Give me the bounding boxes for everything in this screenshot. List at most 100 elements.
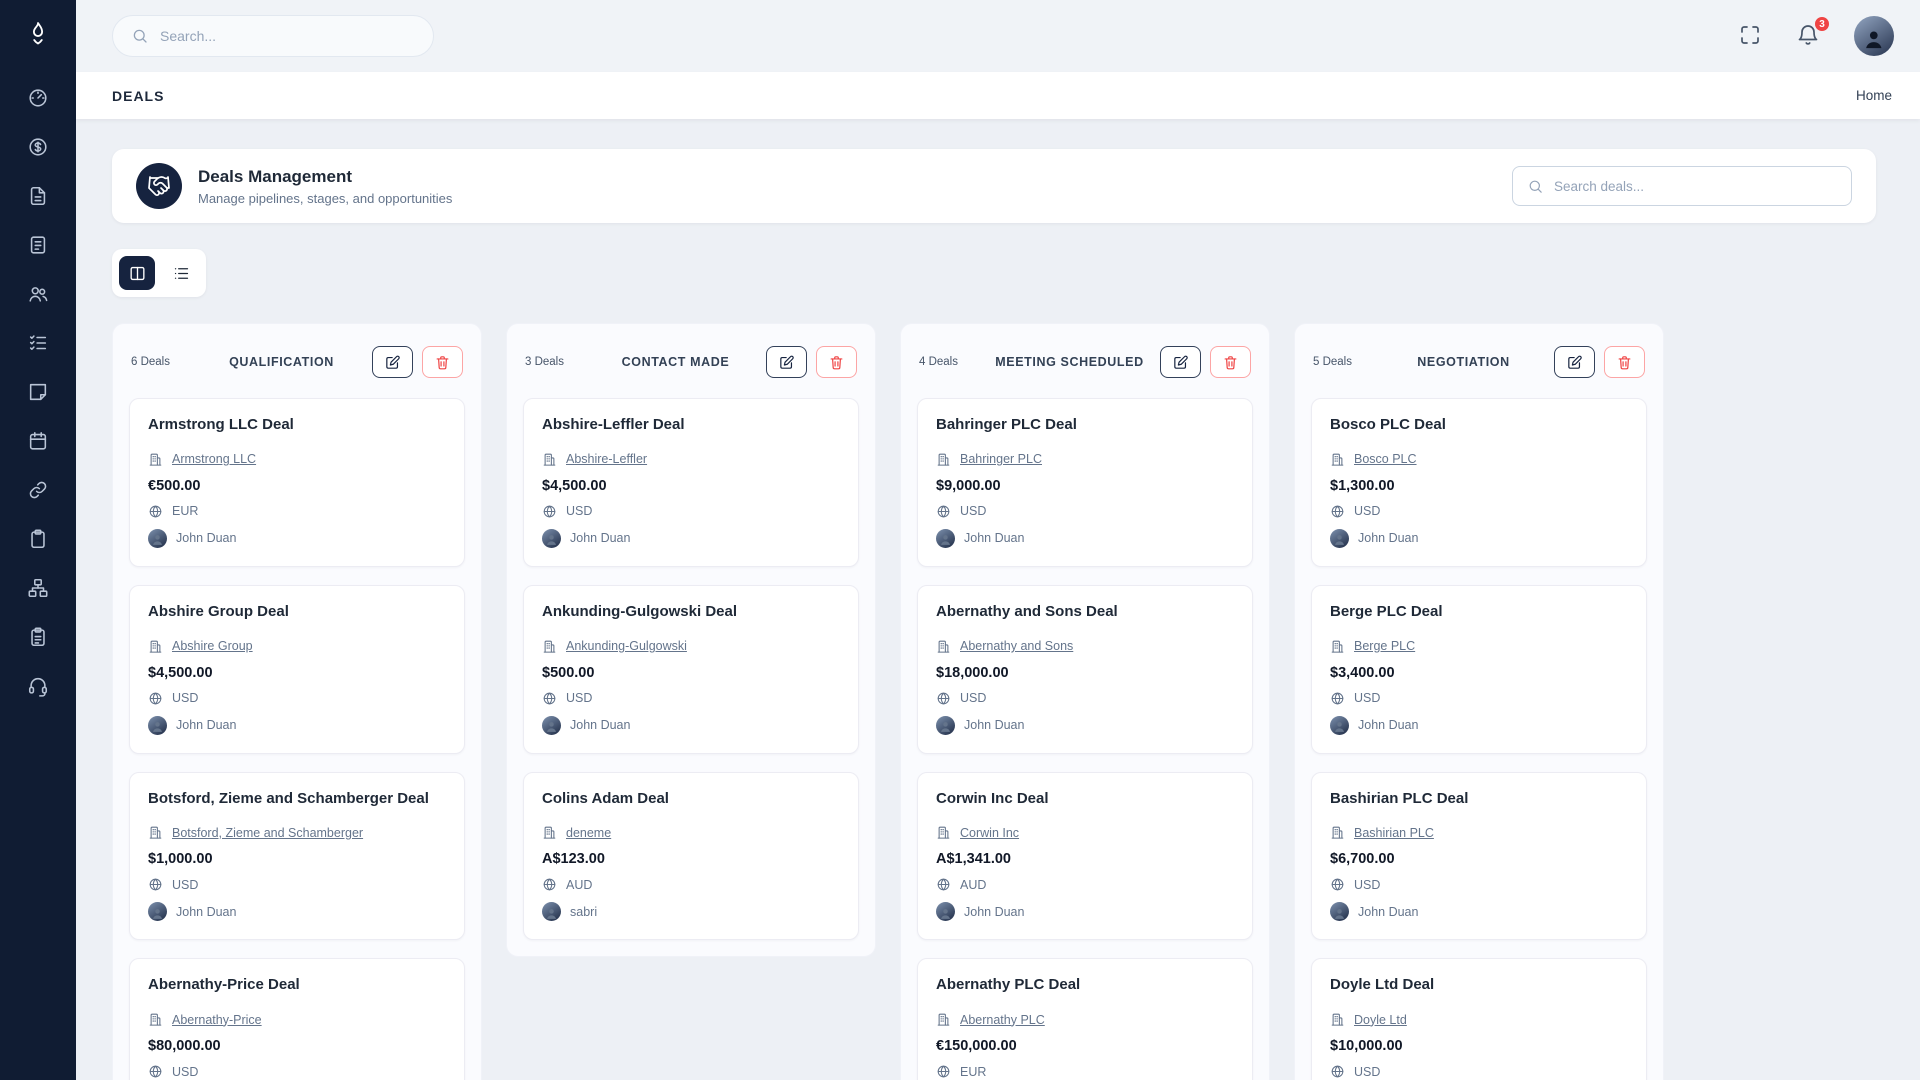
deal-card[interactable]: Berge PLC Deal Berge PLC $3,400.00 USD J… [1311, 585, 1647, 754]
deal-card[interactable]: Bosco PLC Deal Bosco PLC $1,300.00 USD J… [1311, 398, 1647, 567]
globe-icon [542, 504, 557, 519]
deal-currency-row: EUR [936, 1064, 1234, 1079]
edit-stage-button[interactable] [1160, 346, 1201, 378]
breadcrumb-home-link[interactable]: Home [1856, 88, 1892, 103]
owner-avatar [542, 716, 561, 735]
deal-card[interactable]: Corwin Inc Deal Corwin Inc A$1,341.00 AU… [917, 772, 1253, 941]
sidebar-item-board[interactable] [16, 616, 60, 658]
deal-currency: USD [566, 691, 592, 705]
deal-company-link[interactable]: Botsford, Zieme and Schamberger [172, 826, 363, 840]
tasks-icon [27, 332, 49, 354]
edit-icon [778, 354, 795, 371]
delete-stage-button[interactable] [1210, 346, 1251, 378]
user-avatar[interactable] [1854, 16, 1894, 56]
delete-stage-button[interactable] [422, 346, 463, 378]
deal-company-link[interactable]: Doyle Ltd [1354, 1013, 1407, 1027]
deal-company-link[interactable]: Abernathy PLC [960, 1013, 1045, 1027]
column-header: 6 Deals QUALIFICATION [129, 336, 465, 398]
sidebar-item-invoices[interactable] [16, 175, 60, 217]
deal-card[interactable]: Abernathy and Sons Deal Abernathy and So… [917, 585, 1253, 754]
column-deal-count: 4 Deals [919, 356, 987, 368]
sidebar-item-calendar[interactable] [16, 420, 60, 462]
deal-currency-row: USD [936, 504, 1234, 519]
deal-card[interactable]: Colins Adam Deal deneme A$123.00 AUD sab… [523, 772, 859, 941]
deal-company-link[interactable]: Ankunding-Gulgowski [566, 639, 687, 653]
sidebar-item-workflow[interactable] [16, 567, 60, 609]
deal-company-row: Doyle Ltd [1330, 1012, 1628, 1027]
deal-card[interactable]: Doyle Ltd Deal Doyle Ltd $10,000.00 USD … [1311, 958, 1647, 1080]
deal-owner: John Duan [176, 718, 236, 732]
sidebar-item-contacts[interactable] [16, 273, 60, 315]
column-actions [766, 346, 857, 378]
deal-currency: USD [566, 504, 592, 518]
deal-card[interactable]: Abernathy PLC Deal Abernathy PLC €150,00… [917, 958, 1253, 1080]
column-deal-count: 6 Deals [131, 356, 199, 368]
deal-amount: $9,000.00 [936, 478, 1234, 494]
sidebar-item-documents[interactable] [16, 224, 60, 266]
deal-currency: AUD [566, 878, 592, 892]
building-icon [542, 639, 557, 654]
sidebar-item-dashboard[interactable] [16, 77, 60, 119]
deal-card[interactable]: Bashirian PLC Deal Bashirian PLC $6,700.… [1311, 772, 1647, 941]
sidebar-item-payments[interactable] [16, 126, 60, 168]
deal-currency-row: AUD [542, 877, 840, 892]
deal-company-link[interactable]: Bahringer PLC [960, 452, 1042, 466]
edit-stage-button[interactable] [766, 346, 807, 378]
deal-card[interactable]: Ankunding-Gulgowski Deal Ankunding-Gulgo… [523, 585, 859, 754]
global-search-input[interactable] [160, 28, 415, 44]
trash-icon [434, 354, 451, 371]
deal-company-link[interactable]: Abernathy-Price [172, 1013, 262, 1027]
app-logo[interactable] [21, 16, 55, 50]
sidebar-item-clipboard[interactable] [16, 518, 60, 560]
building-icon [542, 825, 557, 840]
deal-company-link[interactable]: Bosco PLC [1354, 452, 1417, 466]
kanban-view-button[interactable] [119, 256, 155, 290]
fullscreen-button[interactable] [1738, 23, 1764, 49]
deal-currency: USD [960, 691, 986, 705]
main-content: Deals Management Manage pipelines, stage… [76, 119, 1920, 1080]
edit-icon [1172, 354, 1189, 371]
deal-search-input[interactable] [1554, 179, 1837, 194]
deal-company-row: deneme [542, 825, 840, 840]
deal-card[interactable]: Botsford, Zieme and Schamberger Deal Bot… [129, 772, 465, 941]
notifications-button[interactable]: 3 [1796, 23, 1822, 49]
list-view-button[interactable] [163, 256, 199, 290]
edit-stage-button[interactable] [1554, 346, 1595, 378]
deal-company-link[interactable]: Corwin Inc [960, 826, 1019, 840]
deal-company-link[interactable]: Bashirian PLC [1354, 826, 1434, 840]
building-icon [542, 452, 557, 467]
deal-card[interactable]: Armstrong LLC Deal Armstrong LLC €500.00… [129, 398, 465, 567]
delete-stage-button[interactable] [1604, 346, 1645, 378]
building-icon [1330, 452, 1345, 467]
sidebar-item-links[interactable] [16, 469, 60, 511]
sidebar-item-notes[interactable] [16, 371, 60, 413]
person-icon [938, 529, 953, 548]
deal-company-link[interactable]: Abshire Group [172, 639, 253, 653]
deal-owner-row: John Duan [148, 529, 446, 548]
person-icon [150, 902, 165, 921]
deal-company-link[interactable]: Armstrong LLC [172, 452, 256, 466]
deal-title: Abernathy PLC Deal [936, 976, 1234, 995]
building-icon [148, 825, 163, 840]
deal-card[interactable]: Abshire-Leffler Deal Abshire-Leffler $4,… [523, 398, 859, 567]
owner-avatar [936, 529, 955, 548]
sidebar-item-tasks[interactable] [16, 322, 60, 364]
deal-company-link[interactable]: Abshire-Leffler [566, 452, 647, 466]
person-icon [544, 902, 559, 921]
deal-company-link[interactable]: Abernathy and Sons [960, 639, 1073, 653]
page-header: Deals Management Manage pipelines, stage… [112, 149, 1876, 223]
deal-company-link[interactable]: Berge PLC [1354, 639, 1415, 653]
column-header: 3 Deals CONTACT MADE [523, 336, 859, 398]
deal-amount: $500.00 [542, 665, 840, 681]
deal-card[interactable]: Abernathy-Price Deal Abernathy-Price $80… [129, 958, 465, 1080]
edit-stage-button[interactable] [372, 346, 413, 378]
deal-card[interactable]: Bahringer PLC Deal Bahringer PLC $9,000.… [917, 398, 1253, 567]
clipboard-icon [27, 528, 49, 550]
deal-company-link[interactable]: deneme [566, 826, 611, 840]
deal-card[interactable]: Abshire Group Deal Abshire Group $4,500.… [129, 585, 465, 754]
deal-title: Bashirian PLC Deal [1330, 790, 1628, 809]
kanban-column: 3 Deals CONTACT MADE Abshire-Leffler Dea… [506, 323, 876, 957]
links-icon [27, 479, 49, 501]
delete-stage-button[interactable] [816, 346, 857, 378]
sidebar-item-support[interactable] [16, 665, 60, 707]
